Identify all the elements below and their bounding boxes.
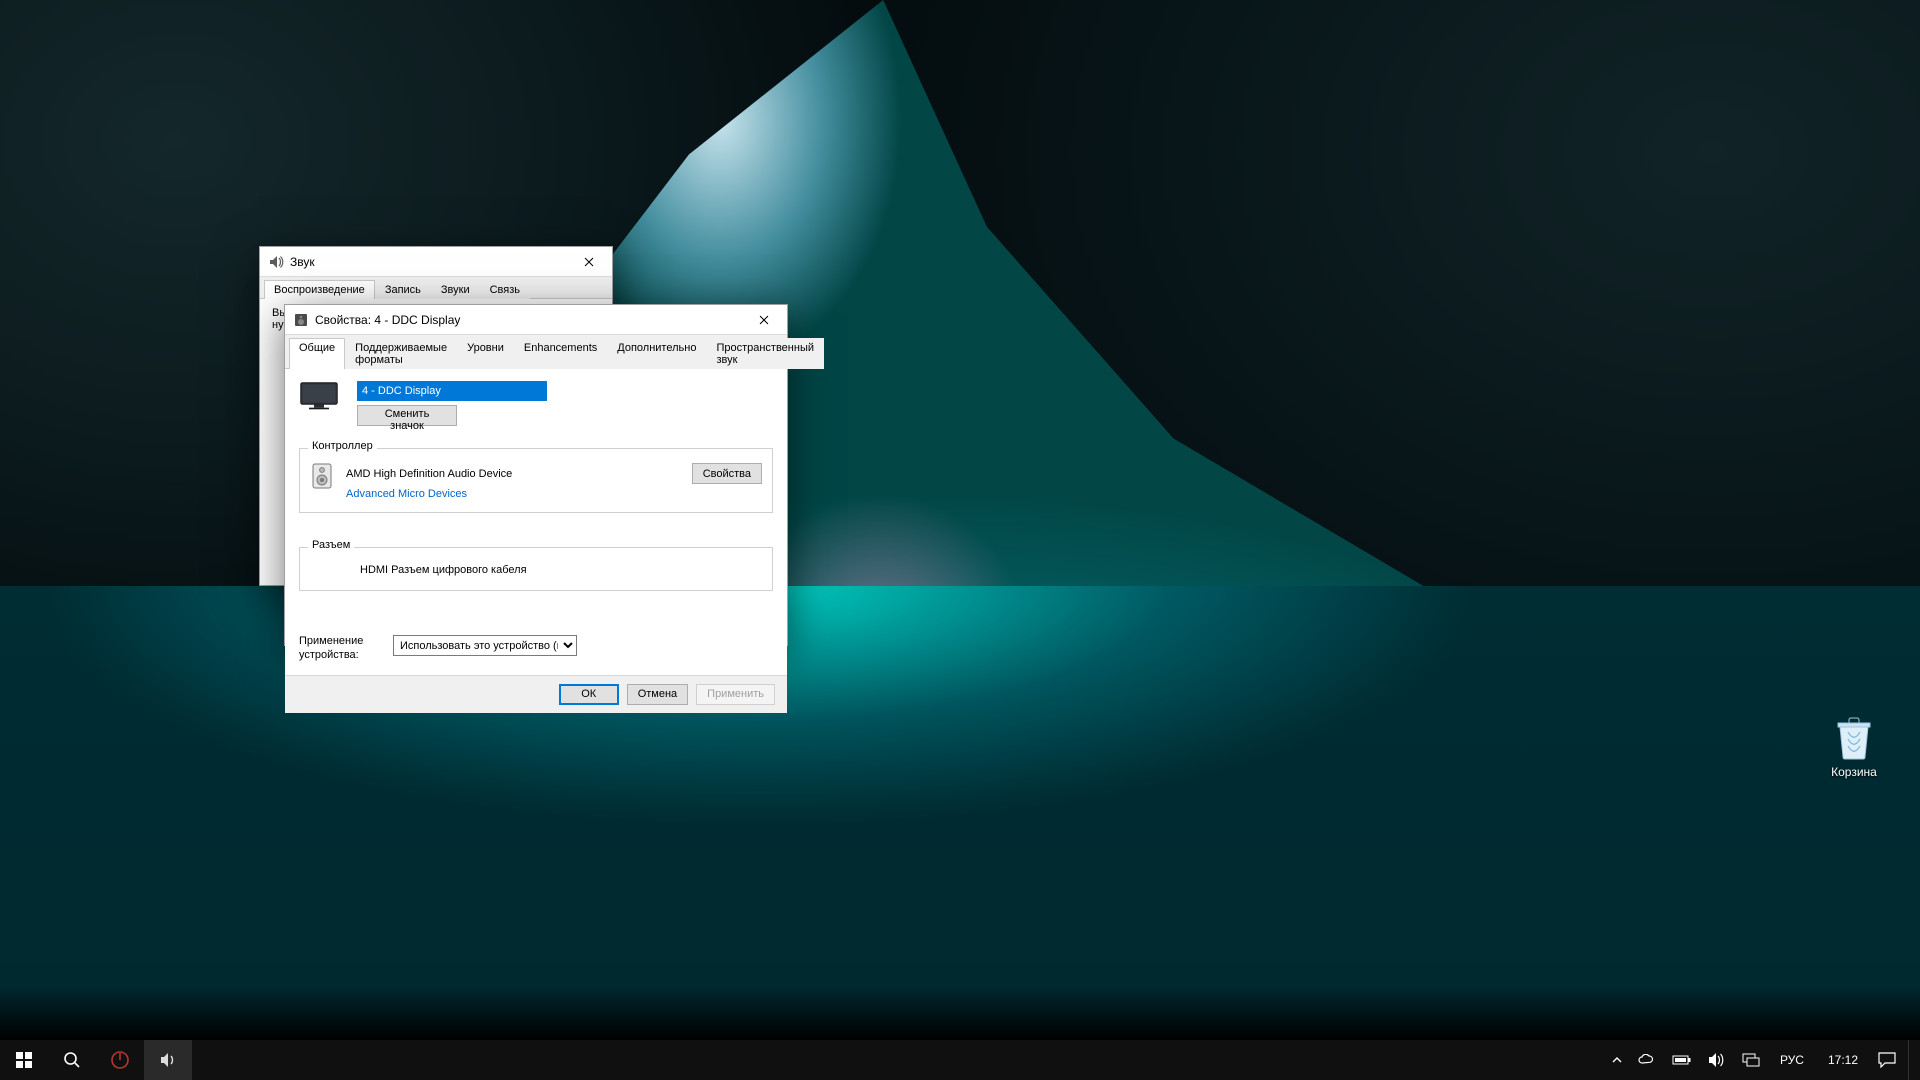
- change-icon-button[interactable]: Сменить значок: [357, 405, 457, 426]
- tab-communications[interactable]: Связь: [480, 280, 530, 299]
- tray-clock[interactable]: 17:12: [1820, 1040, 1866, 1080]
- properties-window-close-button[interactable]: [741, 305, 787, 335]
- sound-window-tabs: Воспроизведение Запись Звуки Связь: [260, 277, 612, 299]
- sound-window-titlebar[interactable]: Звук: [260, 247, 612, 277]
- speaker-device-icon: [293, 312, 309, 328]
- properties-window-titlebar[interactable]: Свойства: 4 - DDC Display: [285, 305, 787, 335]
- properties-tabpanel-general: Сменить значок Контроллер AMD High Defin: [285, 369, 787, 675]
- tab-supported-formats[interactable]: Поддерживаемые форматы: [345, 338, 457, 369]
- cancel-button[interactable]: Отмена: [627, 684, 688, 705]
- apply-button[interactable]: Применить: [696, 684, 775, 705]
- device-usage-select[interactable]: Использовать это устройство (вкл.): [393, 635, 577, 656]
- controller-icon: [310, 463, 334, 492]
- start-button[interactable]: [0, 1040, 48, 1080]
- properties-dialog-buttons: ОК Отмена Применить: [285, 675, 787, 713]
- recycle-bin-icon: [1834, 715, 1874, 761]
- device-icon: [299, 381, 339, 414]
- taskbar-app-sound[interactable]: [144, 1040, 192, 1080]
- controller-group-label: Контроллер: [308, 440, 377, 452]
- tab-playback[interactable]: Воспроизведение: [264, 280, 375, 299]
- properties-window-tabs: Общие Поддерживаемые форматы Уровни Enha…: [285, 335, 787, 369]
- tab-advanced[interactable]: Дополнительно: [607, 338, 706, 369]
- tab-recording[interactable]: Запись: [375, 280, 431, 299]
- taskbar-app-1[interactable]: [96, 1040, 144, 1080]
- controller-name: AMD High Definition Audio Device: [346, 468, 512, 480]
- desktop-icon-recycle-bin[interactable]: Корзина: [1816, 715, 1892, 779]
- tray-network-icon[interactable]: [1738, 1040, 1764, 1080]
- tray-battery-icon[interactable]: [1668, 1040, 1696, 1080]
- taskbar: РУС 17:12: [0, 1040, 1920, 1080]
- tray-onedrive-icon[interactable]: [1634, 1040, 1660, 1080]
- tab-enhancements[interactable]: Enhancements: [514, 338, 607, 369]
- taskbar-search-button[interactable]: [48, 1040, 96, 1080]
- jack-group: Разъем HDMI Разъем цифрового кабеля: [299, 547, 773, 591]
- speaker-icon: [268, 254, 284, 270]
- device-name-input[interactable]: [357, 381, 547, 401]
- device-usage-label: Применение устройства:: [299, 635, 375, 663]
- tab-general[interactable]: Общие: [289, 338, 345, 369]
- tray-action-center-icon[interactable]: [1874, 1040, 1900, 1080]
- properties-window[interactable]: Свойства: 4 - DDC Display Общие Поддержи…: [284, 304, 788, 646]
- tray-show-desktop[interactable]: [1908, 1040, 1914, 1080]
- desktop-icon-label: Корзина: [1816, 765, 1892, 779]
- controller-properties-button[interactable]: Свойства: [692, 463, 762, 484]
- sound-window-title: Звук: [290, 255, 315, 269]
- tray-language-indicator[interactable]: РУС: [1772, 1040, 1812, 1080]
- properties-window-title: Свойства: 4 - DDC Display: [315, 313, 460, 327]
- controller-group: Контроллер AMD High Definition Audio Dev…: [299, 448, 773, 513]
- controller-vendor-link[interactable]: Advanced Micro Devices: [346, 488, 762, 500]
- tab-levels[interactable]: Уровни: [457, 338, 514, 369]
- sound-window-close-button[interactable]: [566, 247, 612, 277]
- tray-show-hidden-icons[interactable]: [1608, 1040, 1626, 1080]
- ok-button[interactable]: ОК: [559, 684, 619, 705]
- jack-group-label: Разъем: [308, 539, 354, 551]
- tab-sounds[interactable]: Звуки: [431, 280, 480, 299]
- jack-info: HDMI Разъем цифрового кабеля: [310, 562, 762, 578]
- tray-volume-icon[interactable]: [1704, 1040, 1730, 1080]
- tab-spatial-sound[interactable]: Пространственный звук: [706, 338, 824, 369]
